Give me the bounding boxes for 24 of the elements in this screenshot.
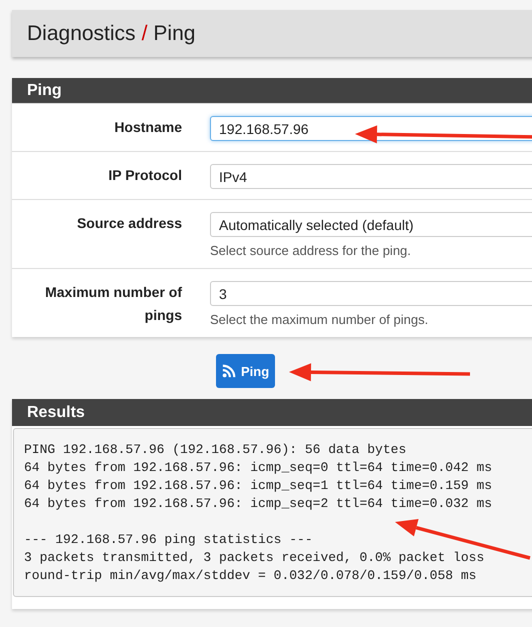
- rss-icon: [222, 364, 236, 378]
- output-line: 3 packets transmitted, 3 packets received, 0.0% packet loss: [24, 549, 486, 567]
- output-line: round-trip min/avg/max/stddev = 0.032/0.078/0.159/0.058 ms: [24, 567, 478, 585]
- input-field[interactable]: 192.168.57.96: [210, 116, 532, 141]
- field-label: Hostname: [113, 118, 182, 137]
- output-line: 64 bytes from 192.168.57.96: icmp_seq=0 ttl=64 time=0.042 ms: [24, 459, 494, 477]
- breadcrumb-link[interactable]: Diagnostics: [27, 22, 136, 46]
- panel-header: Results: [12, 399, 532, 426]
- output-line: 64 bytes from 192.168.57.96: icmp_seq=1 ttl=64 time=0.159 ms: [24, 477, 494, 495]
- output-line: --- 192.168.57.96 ping statistics ---: [24, 531, 314, 549]
- field-label: Source address: [76, 214, 182, 233]
- page-title: Ping: [153, 22, 196, 46]
- panel-header: Ping: [12, 78, 532, 103]
- input-field[interactable]: Automatically selected (default): [210, 212, 532, 237]
- output-line: 64 bytes from 192.168.57.96: icmp_seq=2 ttl=64 time=0.032 ms: [24, 495, 494, 513]
- input-field[interactable]: 3: [210, 281, 532, 306]
- breadcrumb-separator: /: [142, 22, 148, 46]
- output-line: PING 192.168.57.96 (192.168.57.96): 56 data bytes: [24, 441, 408, 459]
- ping-button[interactable]: Ping: [216, 354, 276, 388]
- help-text: Select the maximum number of pings.: [210, 312, 430, 327]
- input-field[interactable]: IPv4: [210, 164, 532, 189]
- field-label: IP Protocol: [107, 166, 182, 185]
- field-label: Maximum number of pings: [44, 283, 182, 325]
- help-text: Select source address for the ping.: [210, 243, 412, 258]
